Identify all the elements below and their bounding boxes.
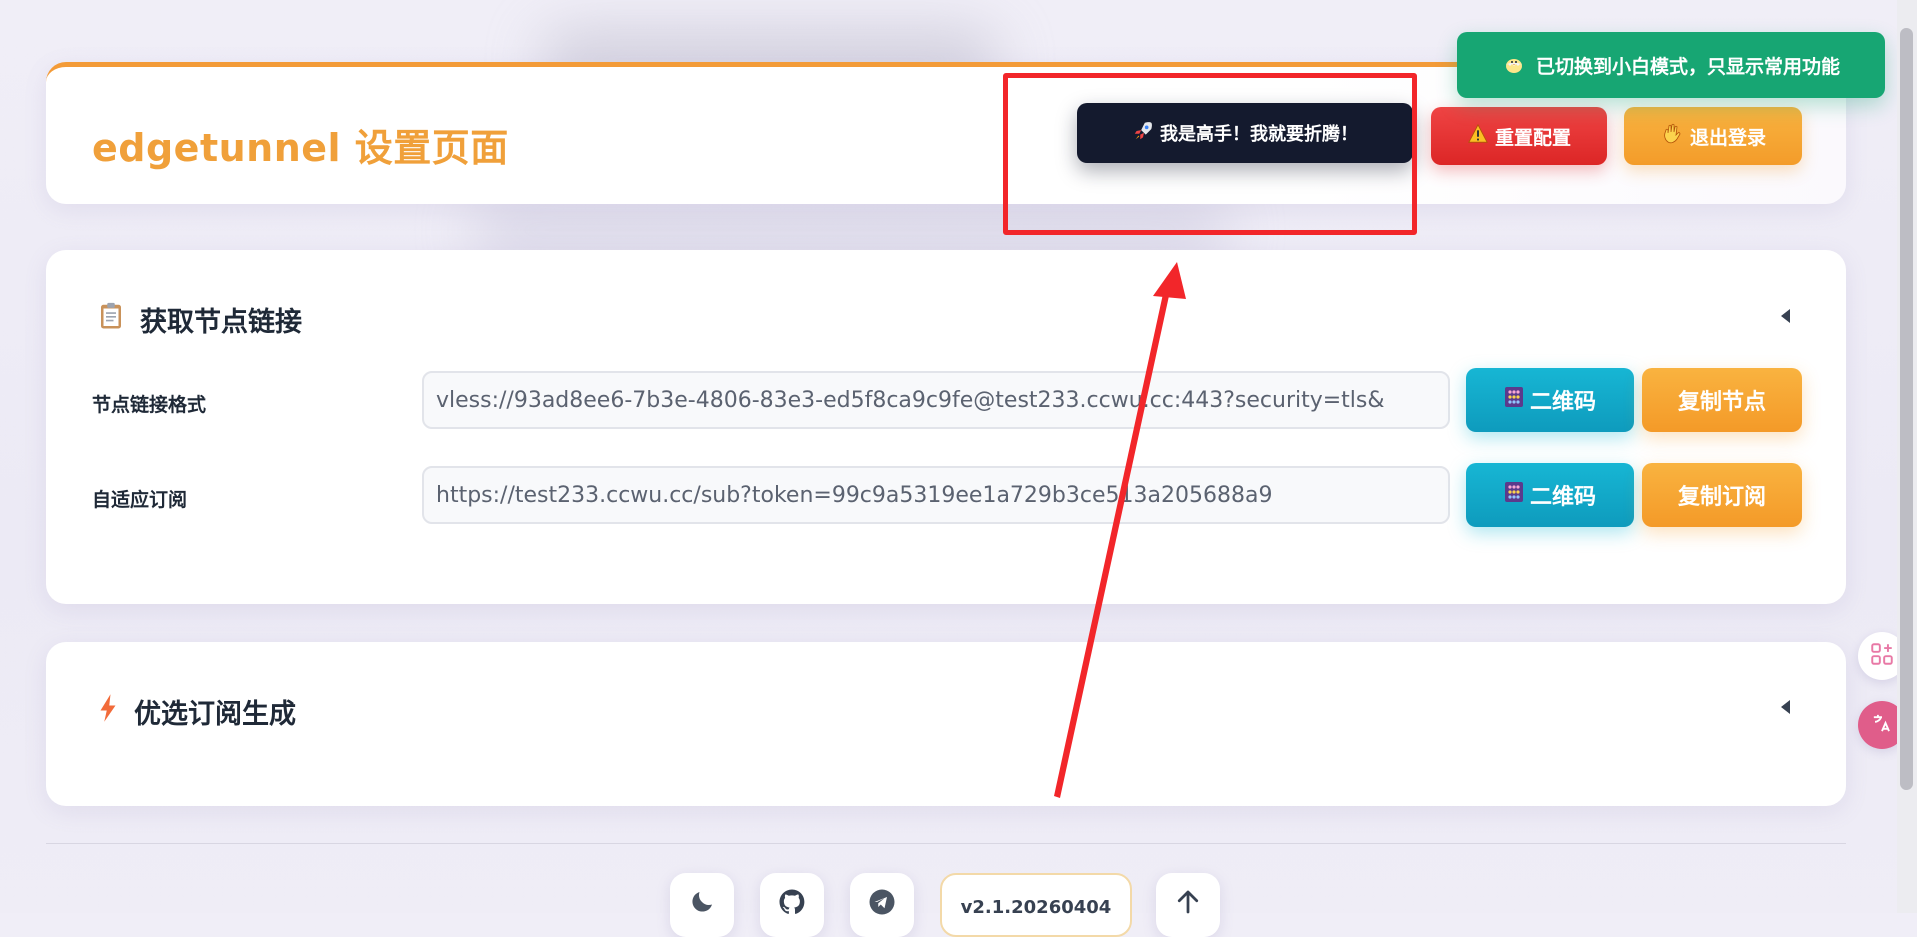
telegram-icon bbox=[867, 887, 897, 921]
page-title: edgetunnel 设置页面 bbox=[92, 126, 509, 170]
annotation-highlight-box bbox=[1003, 73, 1417, 235]
collapse-caret-icon[interactable] bbox=[1781, 309, 1790, 323]
abacus-icon bbox=[1504, 386, 1524, 414]
footer-divider bbox=[46, 843, 1846, 844]
collapse-caret-icon[interactable] bbox=[1781, 700, 1790, 714]
wave-hand-icon bbox=[1660, 122, 1684, 151]
github-button[interactable] bbox=[760, 873, 824, 937]
logout-label: 退出登录 bbox=[1689, 126, 1766, 149]
abacus-icon bbox=[1504, 481, 1524, 509]
warning-icon bbox=[1467, 123, 1489, 150]
telegram-button[interactable] bbox=[850, 873, 914, 937]
field-label: 自适应订阅 bbox=[92, 489, 188, 511]
subscription-qr-button[interactable]: 二维码 bbox=[1466, 463, 1634, 527]
logout-button[interactable]: 退出登录 bbox=[1624, 107, 1802, 165]
version-badge: v2.1.20260404 bbox=[940, 873, 1132, 937]
translate-icon bbox=[1868, 709, 1896, 741]
section-title: 优选订阅生成 bbox=[134, 699, 296, 730]
section-header[interactable]: 获取节点链接 bbox=[96, 300, 302, 339]
clipboard-icon bbox=[96, 301, 126, 338]
subscription-link-input[interactable]: https://test233.ccwu.cc/sub?token=99c9a5… bbox=[422, 466, 1450, 524]
reset-config-label: 重置配置 bbox=[1494, 126, 1571, 149]
back-to-top-button[interactable] bbox=[1156, 873, 1220, 937]
optimize-subscription-section: 优选订阅生成 bbox=[46, 642, 1846, 806]
mode-switch-toast: 已切换到小白模式，只显示常用功能 bbox=[1457, 32, 1885, 98]
theme-toggle-button[interactable] bbox=[670, 873, 734, 937]
qr-label: 二维码 bbox=[1529, 390, 1596, 415]
lightning-icon bbox=[96, 693, 120, 730]
apps-icon bbox=[1869, 641, 1895, 671]
github-icon bbox=[777, 887, 807, 921]
reset-config-button[interactable]: 重置配置 bbox=[1431, 107, 1607, 165]
copy-subscription-button[interactable]: 复制订阅 bbox=[1642, 463, 1802, 527]
node-link-input[interactable]: vless://93ad8ee6-7b3e-4806-83e3-ed5f8ca9… bbox=[422, 371, 1450, 429]
toast-message: 已切换到小白模式，只显示常用功能 bbox=[1535, 55, 1840, 78]
qr-label: 二维码 bbox=[1529, 485, 1596, 510]
scrollbar-thumb[interactable] bbox=[1900, 28, 1913, 790]
node-link-section: 获取节点链接 节点链接格式 vless://93ad8ee6-7b3e-4806… bbox=[46, 250, 1846, 604]
node-qr-button[interactable]: 二维码 bbox=[1466, 368, 1634, 432]
copy-node-button[interactable]: 复制节点 bbox=[1642, 368, 1802, 432]
section-header[interactable]: 优选订阅生成 bbox=[96, 692, 296, 731]
field-label: 节点链接格式 bbox=[92, 394, 207, 416]
moon-icon bbox=[687, 887, 717, 921]
chick-icon bbox=[1502, 51, 1526, 80]
section-title: 获取节点链接 bbox=[140, 307, 302, 338]
arrow-up-icon bbox=[1173, 887, 1203, 921]
